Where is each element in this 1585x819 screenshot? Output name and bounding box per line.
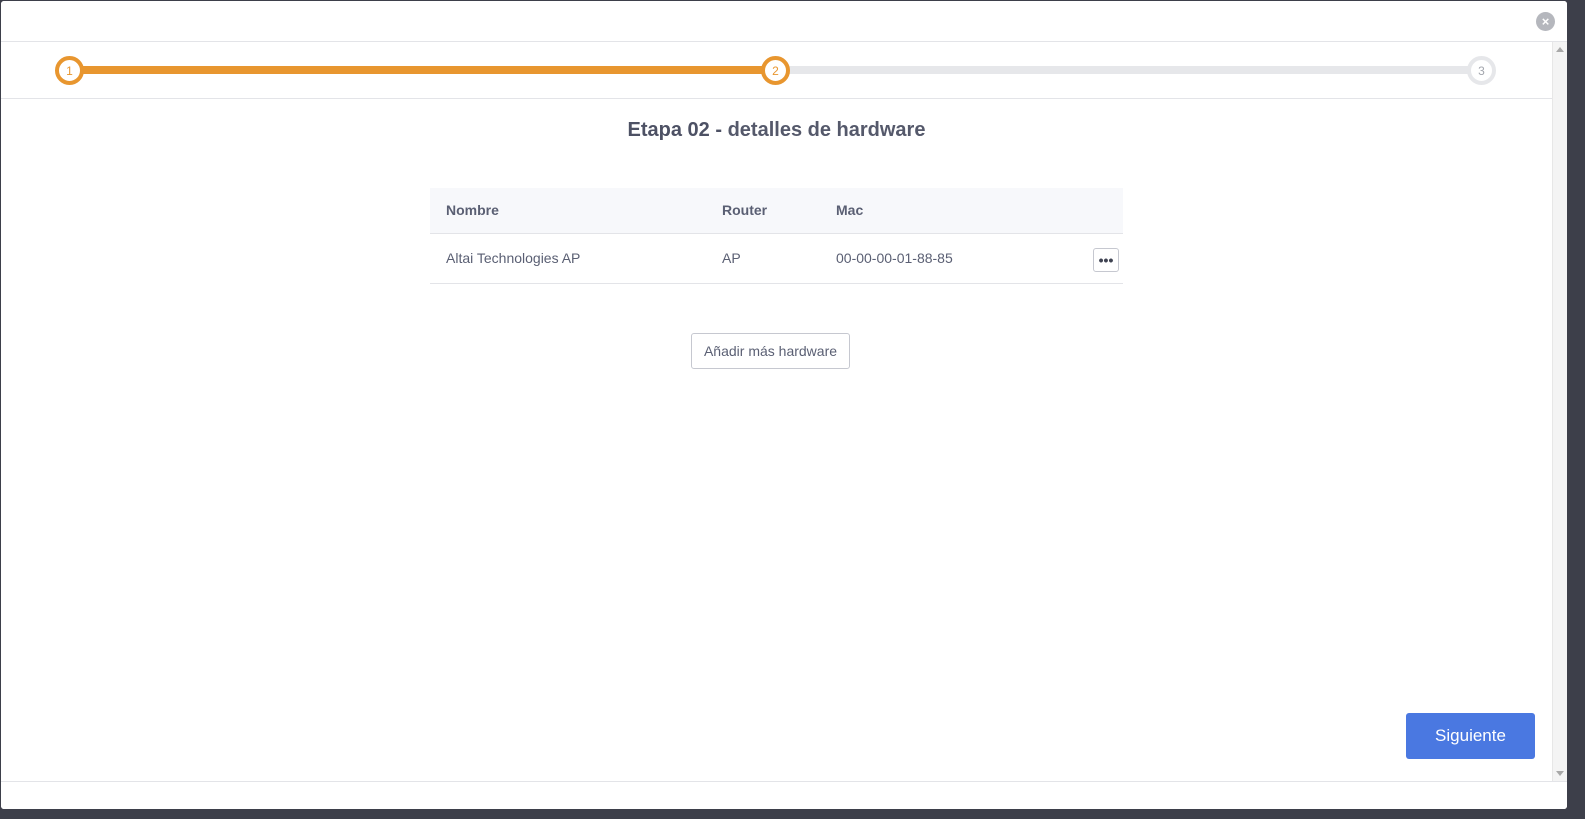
page-title-text: detalles de hardware	[727, 119, 926, 141]
step-1-indicator[interactable]: 1	[55, 56, 84, 85]
next-button[interactable]: Siguiente	[1406, 713, 1535, 759]
more-options-icon[interactable]: •••	[1093, 248, 1119, 272]
page-title: Etapa 02 - detalles de hardware	[1, 119, 1552, 142]
step-3-indicator[interactable]: 3	[1467, 56, 1496, 85]
modal-header: ×	[1, 1, 1567, 42]
progress-stepper: 1 2 3	[1, 42, 1552, 99]
page-title-step: Etapa 02 -	[627, 119, 723, 141]
cell-actions: •••	[1050, 233, 1123, 284]
column-header-router: Router	[706, 188, 820, 234]
column-header-mac: Mac	[820, 188, 1050, 234]
scroll-down-icon[interactable]	[1556, 771, 1564, 776]
progress-track-completed	[69, 66, 777, 74]
progress-track-remaining	[777, 66, 1482, 74]
step-2-indicator[interactable]: 2	[761, 56, 790, 85]
page-background: × 1 2 3 Etapa 02 - detalles de hardware …	[0, 0, 1585, 819]
hardware-table: Nombre Router Mac Altai Technologies AP …	[430, 188, 1123, 284]
add-hardware-button[interactable]: Añadir más hardware	[691, 333, 850, 369]
column-header-nombre: Nombre	[430, 188, 706, 234]
modal-footer	[1, 781, 1567, 809]
cell-mac: 00-00-00-01-88-85	[820, 233, 1050, 284]
table-header-row: Nombre Router Mac	[430, 188, 1123, 234]
close-icon[interactable]: ×	[1536, 12, 1555, 31]
column-header-actions	[1050, 188, 1123, 234]
vertical-scrollbar[interactable]	[1552, 42, 1567, 781]
table-row: Altai Technologies AP AP 00-00-00-01-88-…	[430, 233, 1123, 284]
wizard-modal: × 1 2 3 Etapa 02 - detalles de hardware …	[1, 1, 1567, 809]
cell-router: AP	[706, 233, 820, 284]
cell-nombre: Altai Technologies AP	[430, 233, 706, 284]
scroll-up-icon[interactable]	[1556, 47, 1564, 52]
